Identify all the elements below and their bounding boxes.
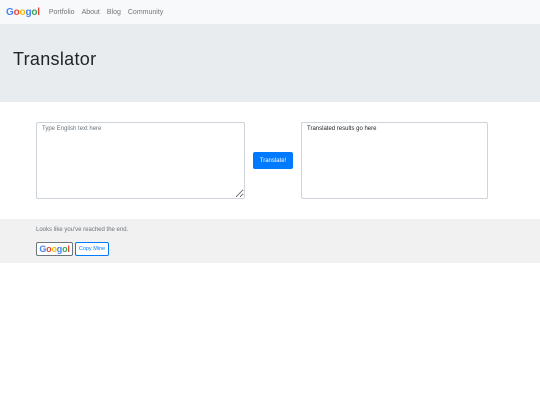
footer-logo[interactable]: Googol bbox=[36, 242, 73, 256]
navbar: Googol Portfolio About Blog Community bbox=[0, 0, 540, 24]
nav-link-blog[interactable]: Blog bbox=[107, 9, 121, 16]
footer-message: Looks like you've reached the end. bbox=[36, 227, 129, 233]
page-title: Translator bbox=[13, 49, 97, 69]
brand-letter: G bbox=[6, 6, 14, 18]
nav-link-about[interactable]: About bbox=[82, 9, 100, 16]
translation-output[interactable] bbox=[301, 122, 488, 199]
copy-mine-button[interactable]: Copy Mine bbox=[75, 242, 109, 256]
nav-link-portfolio[interactable]: Portfolio bbox=[49, 9, 75, 16]
logo-letter: G bbox=[39, 244, 47, 254]
brand-logo[interactable]: Googol bbox=[6, 7, 40, 18]
footer: Looks like you've reached the end. Googo… bbox=[0, 219, 540, 263]
source-text-input[interactable] bbox=[36, 122, 245, 199]
logo-letter: l bbox=[67, 244, 70, 254]
nav-link-community[interactable]: Community bbox=[128, 9, 163, 16]
translate-button[interactable]: Translate! bbox=[253, 152, 293, 169]
brand-letter: l bbox=[37, 6, 40, 18]
jumbotron: Translator bbox=[0, 24, 540, 102]
